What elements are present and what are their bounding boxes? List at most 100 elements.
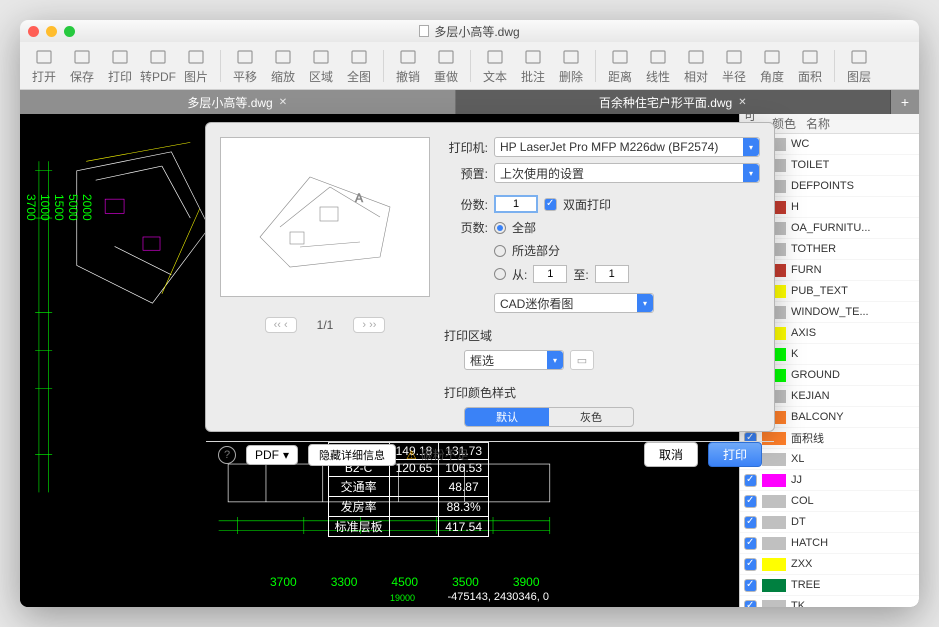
close-icon[interactable]: ✕ [279, 97, 287, 108]
svg-text:A: A [355, 191, 363, 205]
toolbar-pdf-button[interactable]: 转PDF [140, 47, 176, 85]
dialog-footer: ? PDF▾ 隐藏详细信息 ⚠碳粉不足 取消 打印 [206, 441, 774, 467]
layer-visibility-checkbox[interactable] [744, 516, 757, 529]
delete-icon [560, 47, 582, 67]
preview-nav: ‹‹ ‹ 1/1 › ›› [220, 317, 430, 333]
toolbar-print-button[interactable]: 打印 [102, 47, 138, 85]
pick-area-button[interactable]: ▭ [570, 350, 594, 370]
seg-default[interactable]: 默认 [465, 408, 549, 426]
cancel-button[interactable]: 取消 [644, 442, 698, 467]
layer-name: KEJIAN [791, 390, 830, 402]
layer-name: XL [791, 453, 804, 465]
file-tab[interactable]: 百余种住宅户形平面.dwg✕ [456, 90, 892, 114]
layer-visibility-checkbox[interactable] [744, 474, 757, 487]
to-input[interactable] [595, 265, 629, 283]
pages-selection-radio[interactable] [494, 245, 506, 257]
seg-gray[interactable]: 灰色 [549, 408, 633, 426]
file-tab[interactable]: 多层小高等.dwg✕ [20, 90, 456, 114]
prev-page-button[interactable]: ‹‹ ‹ [265, 317, 297, 333]
layer-row[interactable]: COL [740, 491, 919, 512]
toolbar-pan-button[interactable]: 平移 [227, 47, 263, 85]
printer-select[interactable]: HP LaserJet Pro MFP M226dw (BF2574)▾ [494, 137, 760, 157]
toolbar-dist-button[interactable]: 距离 [602, 47, 638, 85]
layer-visibility-checkbox[interactable] [744, 495, 757, 508]
radius-icon [723, 47, 745, 67]
toolbar-zoom-button[interactable]: 缩放 [265, 47, 301, 85]
text-icon [484, 47, 506, 67]
toolbar-image-button[interactable]: 图片 [178, 47, 214, 85]
layer-row[interactable]: DT [740, 512, 919, 533]
layer-row[interactable]: JJ [740, 470, 919, 491]
undo-icon [397, 47, 419, 67]
layer-row[interactable]: TREE [740, 575, 919, 596]
to-label: 至: [573, 266, 588, 283]
layer-color-swatch[interactable] [762, 600, 786, 608]
layer-name: WINDOW_TE... [791, 306, 869, 318]
layer-visibility-checkbox[interactable] [744, 537, 757, 550]
dimension-labels-left: 20005000150010003700 [24, 194, 94, 247]
layer-name: HATCH [791, 537, 828, 549]
layer-name: COL [791, 495, 814, 507]
toolbar-area-button[interactable]: 区域 [303, 47, 339, 85]
toolbar-folder-button[interactable]: 打开 [26, 47, 62, 85]
layer-row[interactable]: HATCH [740, 533, 919, 554]
layer-row[interactable]: ZXX [740, 554, 919, 575]
print-color-label: 打印颜色样式 [444, 384, 760, 401]
layer-color-swatch[interactable] [762, 579, 786, 592]
toolbar-redo-button[interactable]: 重做 [428, 47, 464, 85]
toolbar-rel-button[interactable]: 相对 [678, 47, 714, 85]
area-icon [310, 47, 332, 67]
close-icon[interactable]: ✕ [738, 97, 746, 108]
printer-label: 打印机: [444, 139, 488, 156]
toolbar-full-button[interactable]: 全图 [341, 47, 377, 85]
toolbar-angle-button[interactable]: 角度 [754, 47, 790, 85]
area-mode-select[interactable]: 框选▾ [464, 350, 564, 370]
pages-range-radio[interactable] [494, 268, 506, 280]
toolbar-save-button[interactable]: 保存 [64, 47, 100, 85]
preview-image: A [220, 137, 430, 297]
layer-visibility-checkbox[interactable] [744, 579, 757, 592]
next-page-button[interactable]: › ›› [353, 317, 385, 333]
layer-color-swatch[interactable] [762, 516, 786, 529]
layer-name: WC [791, 138, 809, 150]
app-select[interactable]: CAD迷你看图▾ [494, 293, 654, 313]
toolbar-text-button[interactable]: 文本 [477, 47, 513, 85]
print-preview-pane: A ‹‹ ‹ 1/1 › ›› [220, 137, 430, 427]
toolbar-undo-button[interactable]: 撤销 [390, 47, 426, 85]
toolbar-areac-button[interactable]: 面积 [792, 47, 828, 85]
pdf-menu-button[interactable]: PDF▾ [246, 445, 298, 465]
layer-name: DEFPOINTS [791, 180, 854, 192]
toolbar-delete-button[interactable]: 删除 [553, 47, 589, 85]
page-indicator: 1/1 [317, 318, 334, 332]
pages-all-radio[interactable] [494, 222, 506, 234]
layer-color-swatch[interactable] [762, 495, 786, 508]
pdf-icon [147, 47, 169, 67]
layer-name: DT [791, 516, 806, 528]
layer-visibility-checkbox[interactable] [744, 600, 757, 608]
help-button[interactable]: ? [218, 446, 236, 464]
from-input[interactable] [533, 265, 567, 283]
layer-visibility-checkbox[interactable] [744, 558, 757, 571]
toolbar-layers-button[interactable]: 图层 [841, 47, 877, 85]
layer-color-swatch[interactable] [762, 474, 786, 487]
hide-details-button[interactable]: 隐藏详细信息 [308, 444, 396, 466]
print-icon [109, 47, 131, 67]
add-tab-button[interactable]: + [891, 90, 919, 114]
preset-select[interactable]: 上次使用的设置▾ [494, 163, 760, 183]
layer-name: JJ [791, 474, 802, 486]
duplex-checkbox[interactable] [544, 198, 557, 211]
layer-color-swatch[interactable] [762, 537, 786, 550]
window-title: 多层小高等.dwg [20, 23, 919, 40]
layer-color-swatch[interactable] [762, 558, 786, 571]
coordinate-status: -475143, 2430346, 0 [447, 591, 549, 603]
layer-row[interactable]: TK [740, 596, 919, 607]
redo-icon [435, 47, 457, 67]
copies-input[interactable] [494, 195, 538, 213]
toolbar-radius-button[interactable]: 半径 [716, 47, 752, 85]
toolbar-linear-button[interactable]: 线性 [640, 47, 676, 85]
color-style-segment[interactable]: 默认 灰色 [464, 407, 634, 427]
print-button[interactable]: 打印 [708, 442, 762, 467]
dimension-total: 19000 [390, 593, 415, 603]
toolbar-note-button[interactable]: 批注 [515, 47, 551, 85]
document-icon [419, 25, 429, 37]
